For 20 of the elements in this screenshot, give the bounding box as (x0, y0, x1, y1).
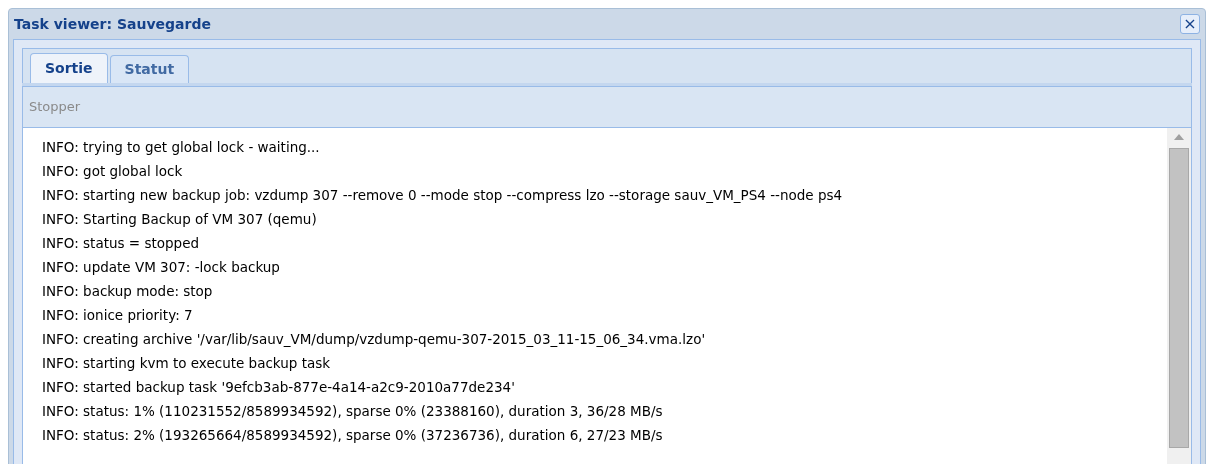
log-line: INFO: trying to get global lock - waiting... (42, 138, 321, 157)
log-line: INFO: backup mode: stop (42, 282, 214, 301)
log-line: INFO: ionice priority: 7 (42, 306, 194, 325)
window-title: Task viewer: Sauvegarde (14, 14, 211, 34)
close-button[interactable]: × (1180, 14, 1200, 34)
log-line: INFO: starting kvm to execute backup task (42, 354, 332, 373)
log-line: INFO: update VM 307: -lock backup (42, 258, 281, 277)
tab[interactable]: Sortie (30, 53, 108, 83)
log-line: INFO: status = stopped (42, 234, 201, 253)
scroll-thumb[interactable] (1169, 148, 1189, 448)
scrollbar[interactable] (1167, 128, 1191, 464)
log-line: INFO: status: 1% (110231552/8589934592), sparse 0% (23388160), duration 3, 36/28 MB/s (42, 402, 664, 421)
tab[interactable]: Statut (109, 55, 190, 83)
log-line: INFO: got global lock (42, 162, 184, 181)
log-line: INFO: starting new backup job: vzdump 307 --remove 0 --mode stop --compress lzo --storage sauv_VM_PS4 --node ps4 (42, 186, 844, 205)
log-line: INFO: creating archive '/var/lib/sauv_VM/dump/vzdump-qemu-307-2015_03_11-15_06_34.vma.lzo' (42, 330, 707, 349)
scroll-up-icon[interactable] (1174, 134, 1184, 140)
log-line: INFO: started backup task '9efcb3ab-877e-4a14-a2c9-2010a77de234' (42, 378, 516, 397)
log-line: INFO: Starting Backup of VM 307 (qemu) (42, 210, 318, 229)
log-line: INFO: status: 2% (193265664/8589934592), sparse 0% (37236736), duration 6, 27/23 MB/s (42, 426, 664, 445)
